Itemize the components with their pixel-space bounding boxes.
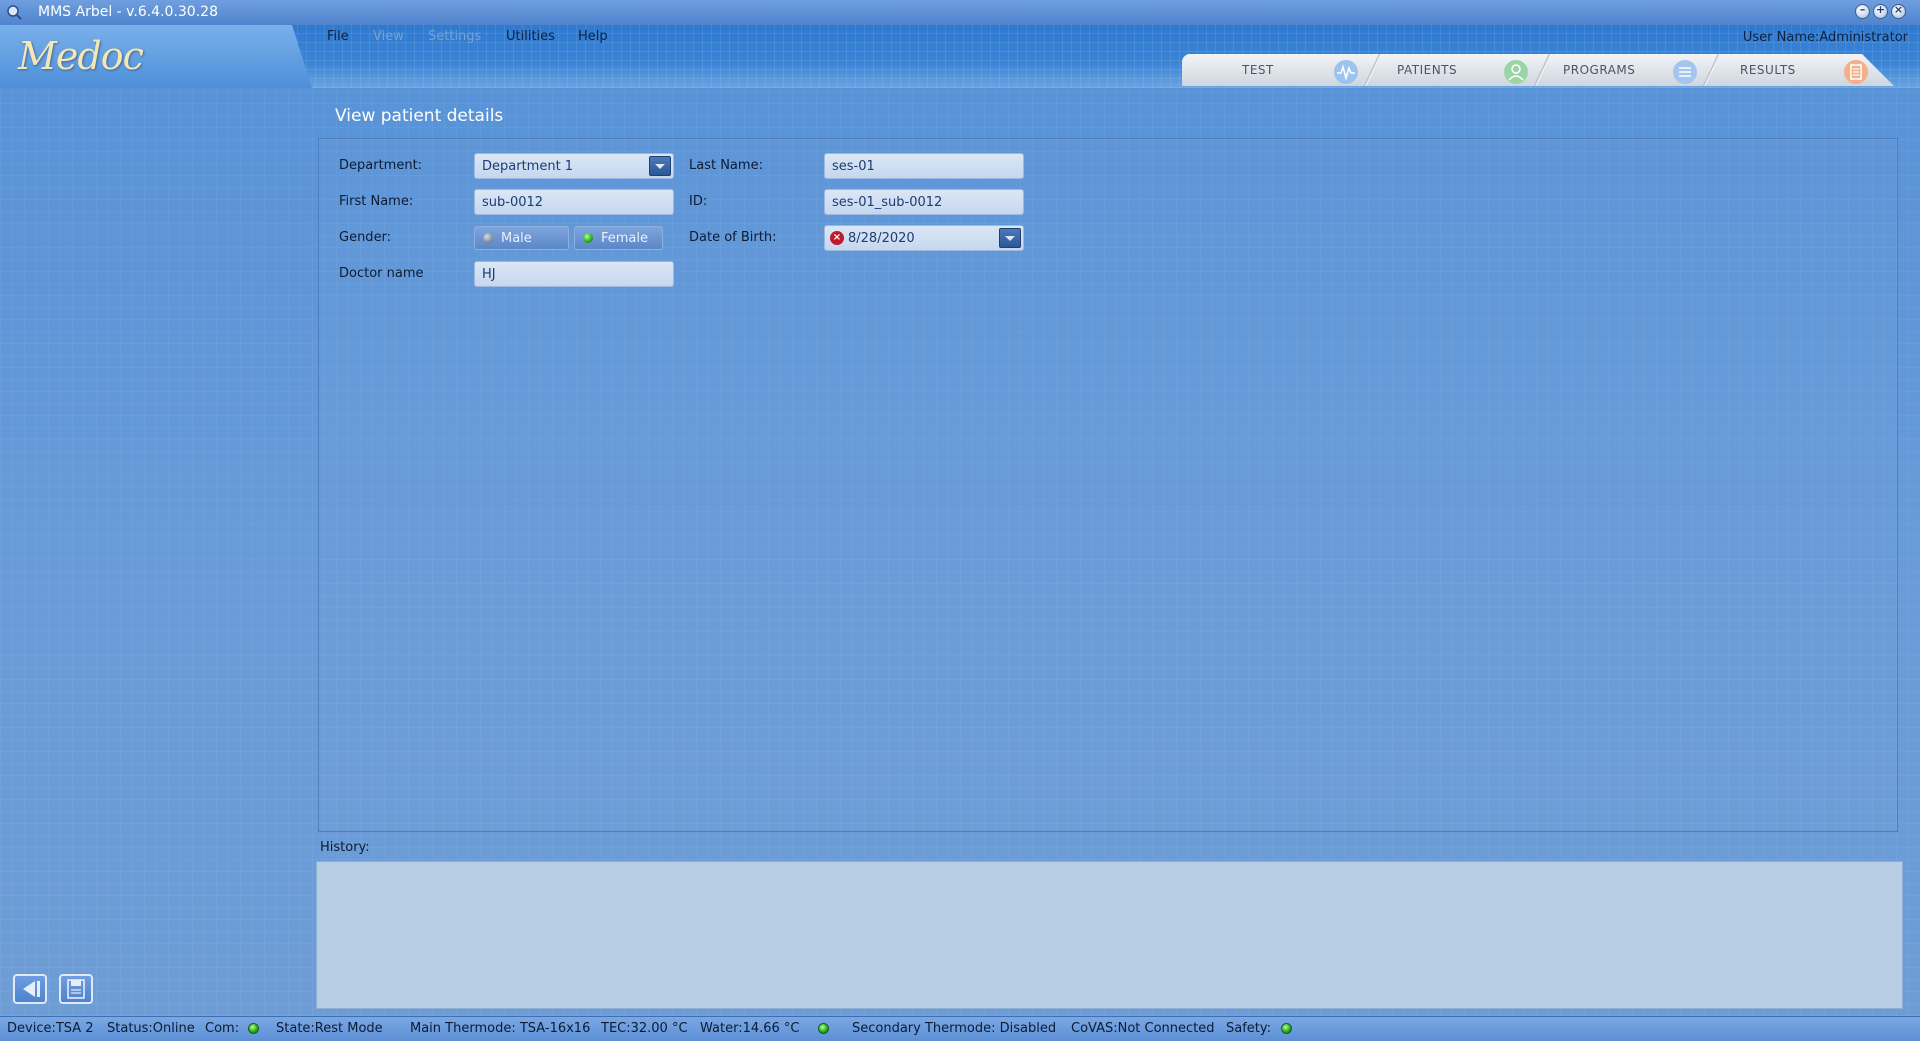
status-secondary-thermode: Secondary Thermode: Disabled bbox=[852, 1021, 1057, 1036]
minimize-button[interactable]: – bbox=[1855, 3, 1870, 19]
dob-label: Date of Birth: bbox=[689, 230, 777, 245]
status-online: Status:Online bbox=[107, 1021, 195, 1036]
tab-test[interactable]: TEST bbox=[1242, 63, 1274, 77]
menu-settings[interactable]: Settings bbox=[428, 29, 481, 44]
gender-female-label: Female bbox=[601, 231, 649, 246]
first-name-label: First Name: bbox=[339, 194, 414, 209]
status-bar: Device:TSA 2 Status:Online Com: State:Re… bbox=[0, 1016, 1920, 1041]
tab-results[interactable]: RESULTS bbox=[1740, 63, 1796, 77]
radio-on-icon bbox=[583, 233, 593, 243]
menu-help[interactable]: Help bbox=[578, 29, 608, 44]
minimize-icon: – bbox=[1859, 3, 1866, 16]
status-tec: TEC:32.00 °C bbox=[601, 1021, 688, 1036]
program-list-icon bbox=[1673, 60, 1697, 84]
gender-female-radio[interactable]: Female bbox=[574, 226, 663, 250]
title-bar: MMS Arbel - v.6.4.0.30.28 – + × bbox=[0, 0, 1920, 26]
department-label: Department: bbox=[339, 158, 423, 173]
user-name: User Name:Administrator bbox=[1742, 30, 1908, 45]
save-disk-icon bbox=[67, 979, 85, 999]
menu-view[interactable]: View bbox=[373, 29, 404, 44]
doctor-name-field[interactable]: HJ bbox=[474, 261, 674, 287]
status-covas: CoVAS:Not Connected bbox=[1071, 1021, 1215, 1036]
safety-led-icon bbox=[1281, 1023, 1292, 1034]
tab-separator bbox=[1532, 54, 1554, 86]
department-select[interactable]: Department 1 bbox=[474, 153, 674, 179]
back-arrow-icon bbox=[23, 981, 40, 997]
app-icon bbox=[7, 5, 22, 20]
error-icon: × bbox=[830, 231, 844, 245]
tab-programs[interactable]: PROGRAMS bbox=[1563, 63, 1635, 77]
medoc-logo: Medoc bbox=[18, 34, 144, 78]
results-icon bbox=[1844, 60, 1868, 84]
calendar-dropdown-icon[interactable] bbox=[999, 228, 1021, 248]
back-button[interactable] bbox=[13, 974, 47, 1004]
menu-file[interactable]: File bbox=[327, 29, 349, 44]
waveform-icon bbox=[1334, 60, 1358, 84]
tab-patients[interactable]: PATIENTS bbox=[1397, 63, 1457, 77]
dob-picker[interactable]: × 8/28/2020 bbox=[824, 225, 1024, 251]
status-com: Com: bbox=[205, 1021, 240, 1036]
status-state: State:Rest Mode bbox=[276, 1021, 383, 1036]
close-button[interactable]: × bbox=[1891, 3, 1906, 19]
radio-off-icon bbox=[483, 233, 493, 243]
last-name-label: Last Name: bbox=[689, 158, 763, 173]
gender-label: Gender: bbox=[339, 230, 392, 245]
history-label: History: bbox=[320, 840, 370, 855]
com-led-icon bbox=[248, 1023, 259, 1034]
gender-male-label: Male bbox=[501, 231, 532, 246]
tab-separator bbox=[1362, 54, 1384, 86]
menu-utilities[interactable]: Utilities bbox=[506, 29, 555, 44]
id-field[interactable]: ses-01_sub-0012 bbox=[824, 189, 1024, 215]
last-name-field[interactable]: ses-01 bbox=[824, 153, 1024, 179]
patient-icon bbox=[1504, 60, 1528, 84]
window-title: MMS Arbel - v.6.4.0.30.28 bbox=[38, 4, 218, 20]
tab-separator bbox=[1701, 54, 1723, 86]
gender-male-radio[interactable]: Male bbox=[474, 226, 569, 250]
first-name-field[interactable]: sub-0012 bbox=[474, 189, 674, 215]
status-main-thermode: Main Thermode: TSA-16x16 bbox=[410, 1021, 591, 1036]
chevron-down-icon[interactable] bbox=[649, 156, 671, 176]
doctor-name-label: Doctor name bbox=[339, 266, 424, 281]
dob-value: 8/28/2020 bbox=[848, 231, 915, 246]
maximize-icon: + bbox=[1875, 3, 1886, 16]
id-label: ID: bbox=[689, 194, 708, 209]
thermode-led-icon bbox=[818, 1023, 829, 1034]
status-safety: Safety: bbox=[1226, 1021, 1272, 1036]
history-box[interactable] bbox=[316, 861, 1903, 1009]
status-device: Device:TSA 2 bbox=[7, 1021, 94, 1036]
save-button[interactable] bbox=[59, 974, 93, 1004]
close-icon: × bbox=[1893, 3, 1904, 16]
page-title: View patient details bbox=[335, 106, 504, 126]
department-value: Department 1 bbox=[482, 159, 574, 174]
status-water: Water:14.66 °C bbox=[700, 1021, 800, 1036]
maximize-button[interactable]: + bbox=[1873, 3, 1888, 19]
